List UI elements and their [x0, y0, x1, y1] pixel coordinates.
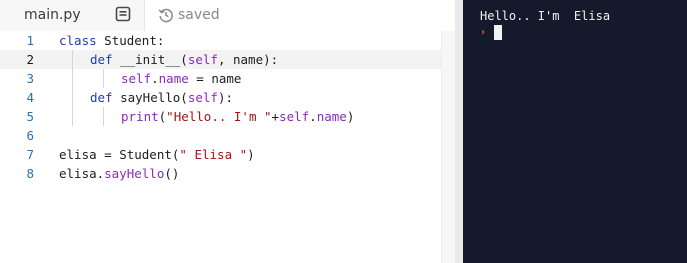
console-pane[interactable]: Hello.. I'm Elisa › — [463, 0, 687, 263]
editor-scrollbar[interactable] — [441, 31, 455, 263]
code-text: elisa = Student(" Elisa ") — [59, 145, 255, 164]
code-token: () — [164, 166, 180, 181]
editor-pane[interactable]: main.py saved 1 class Student: 2 def __init… — [0, 0, 455, 263]
console-output: Hello.. I'm Elisa — [480, 9, 611, 23]
code-token: + — [271, 109, 280, 124]
line-number: 6 — [26, 128, 34, 143]
code-token: self — [121, 71, 152, 86]
code-token: sayHello — [104, 166, 165, 181]
code-text: elisa.sayHello() — [59, 164, 179, 183]
code-token: " Elisa " — [179, 147, 248, 162]
code-text: self.name = name — [121, 69, 241, 88]
code-token: , name): — [217, 52, 279, 67]
file-tab-main-py[interactable]: main.py — [0, 0, 145, 31]
history-icon — [158, 7, 174, 23]
console-prompt[interactable]: › — [480, 24, 502, 40]
code-line[interactable]: 4 def sayHello(self): — [0, 88, 455, 107]
code-token: class — [59, 33, 97, 48]
code-line[interactable]: 1 class Student: — [0, 31, 455, 50]
editor-tab-bar: main.py saved — [0, 0, 455, 31]
line-number: 8 — [26, 166, 34, 181]
line-number: 5 — [26, 109, 34, 124]
code-token: __init__( — [112, 52, 188, 67]
line-number: 1 — [26, 33, 34, 48]
code-line[interactable]: 8 elisa.sayHello() — [0, 164, 455, 183]
code-token: name — [158, 71, 189, 86]
code-text: def __init__(self, name): — [90, 50, 278, 69]
indent-guide — [103, 107, 104, 126]
indent-guide — [72, 50, 73, 69]
code-line[interactable]: 2 def __init__(self, name): — [0, 50, 455, 69]
code-line[interactable]: 5 print("Hello.. I'm "+self.name) — [0, 107, 455, 126]
code-token: = name — [188, 71, 242, 86]
file-menu-icon[interactable] — [115, 6, 131, 22]
code-text: print("Hello.. I'm "+self.name) — [121, 107, 354, 126]
code-token: self — [279, 109, 310, 124]
save-status: saved — [158, 5, 220, 25]
code-token: name — [316, 109, 347, 124]
code-token: sayHello( — [112, 90, 188, 105]
code-text: class Student: — [59, 31, 164, 50]
code-line[interactable]: 3 self.name = name — [0, 69, 455, 88]
code-token: ): — [217, 90, 234, 105]
save-status-text: saved — [178, 7, 220, 23]
code-token: elisa. — [59, 166, 105, 181]
code-editor[interactable]: 1 class Student: 2 def __init__(self, name)… — [0, 31, 455, 263]
line-number: 7 — [26, 147, 34, 162]
code-token: Student: — [96, 33, 165, 48]
code-line[interactable]: 6 — [0, 126, 455, 145]
code-token: elisa = Student( — [59, 147, 180, 162]
code-token: . — [151, 71, 159, 86]
line-number: 3 — [26, 71, 34, 86]
code-line[interactable]: 7 elisa = Student(" Elisa ") — [0, 145, 455, 164]
code-token: . — [309, 109, 317, 124]
chevron-right-icon: › — [480, 26, 487, 38]
code-token: def — [90, 90, 113, 105]
code-text: def sayHello(self): — [90, 88, 233, 107]
code-token: print — [121, 109, 159, 124]
code-token: ) — [346, 109, 355, 124]
console-cursor — [494, 24, 502, 40]
code-token: def — [90, 52, 113, 67]
line-number: 4 — [26, 90, 34, 105]
code-token: self — [187, 90, 218, 105]
code-token: self — [187, 52, 218, 67]
indent-guide — [72, 88, 73, 107]
indent-guide — [72, 69, 73, 88]
line-number: 2 — [26, 52, 34, 67]
code-token: "Hello.. I'm " — [166, 109, 272, 124]
indent-guide — [72, 107, 73, 126]
pane-resize-handle[interactable] — [455, 0, 463, 263]
file-tab-label: main.py — [24, 7, 81, 23]
indent-guide — [103, 69, 104, 88]
code-token: ) — [247, 147, 255, 162]
